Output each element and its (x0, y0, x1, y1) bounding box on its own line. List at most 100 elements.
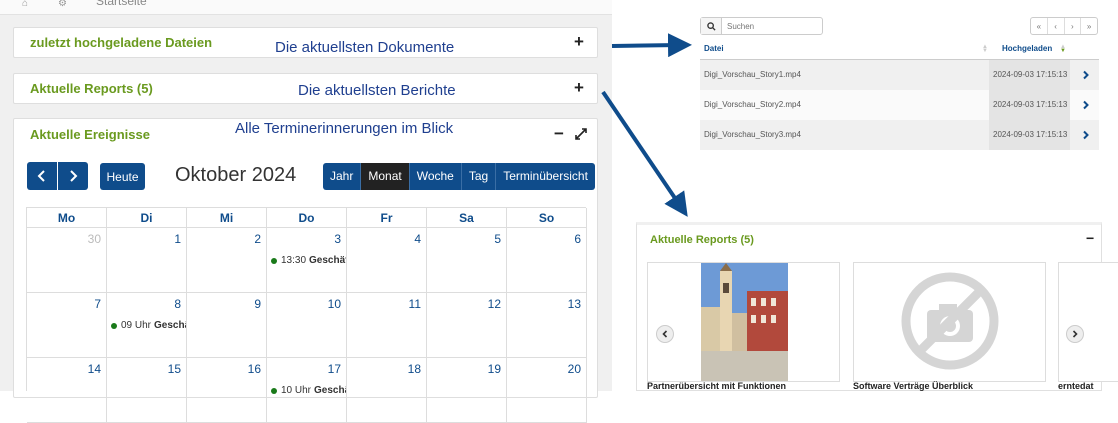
events-title[interactable]: Aktuelle Ereignisse (30, 127, 150, 142)
collapse-reports-button[interactable]: − (1086, 230, 1094, 246)
chevron-right-icon[interactable] (1081, 130, 1091, 140)
view-terminübersicht-button[interactable]: Terminübersicht (496, 163, 595, 190)
chevron-right-icon (70, 170, 78, 182)
file-name[interactable]: Digi_Vorschau_Story2.mp4 (704, 90, 801, 120)
day-number[interactable]: 20 (568, 362, 581, 376)
day-number[interactable]: 4 (414, 232, 421, 246)
calendar-day-cell[interactable]: 5 (427, 228, 507, 293)
calendar-day-cell[interactable]: 9 (187, 293, 267, 358)
day-number[interactable]: 30 (88, 232, 101, 246)
pagination-button[interactable]: ‹ (1048, 18, 1065, 34)
day-number[interactable]: 17 (328, 362, 341, 376)
month-title: Oktober 2024 (175, 164, 297, 186)
calendar-day-cell[interactable]: 3 13:30 Geschäf (267, 228, 347, 293)
recent-files-title[interactable]: zuletzt hochgeladene Dateien (30, 35, 212, 50)
settings-icon[interactable]: ⚙ (58, 0, 67, 9)
top-bar: ⌂ ⚙ Startseite (0, 0, 612, 15)
carousel-prev-button[interactable] (656, 325, 674, 343)
report-card-title[interactable]: Partnerübersicht mit Funktionen (647, 381, 786, 391)
day-number[interactable]: 8 (174, 297, 181, 311)
pagination-button[interactable]: « (1031, 18, 1048, 34)
day-number[interactable]: 12 (488, 297, 501, 311)
report-card-title[interactable]: erntedat (1058, 381, 1094, 391)
calendar-day-cell[interactable]: 30 (27, 228, 107, 293)
day-number[interactable]: 11 (409, 297, 421, 311)
day-number[interactable]: 14 (88, 362, 101, 376)
event-time: 13:30 (281, 255, 307, 266)
breadcrumb[interactable]: Startseite (96, 0, 147, 8)
prev-month-button[interactable] (27, 162, 57, 190)
pagination-button[interactable]: › (1065, 18, 1082, 34)
view-tag-button[interactable]: Tag (461, 163, 497, 190)
reports-panel-title[interactable]: Aktuelle Reports (5) (650, 234, 754, 246)
event-time: 09 Uhr (121, 320, 152, 331)
day-number[interactable]: 18 (408, 362, 421, 376)
calendar-day-cell[interactable]: 7 (27, 293, 107, 358)
weekday-header: Fr (347, 208, 427, 228)
view-jahr-button[interactable]: Jahr (323, 163, 362, 190)
event-title: Geschäf (309, 255, 347, 266)
sort-file-icon[interactable]: ▲ ▼ (982, 44, 988, 54)
column-header-uploaded[interactable]: Hochgeladen (1002, 40, 1052, 58)
annotation-documents: Die aktuellsten Dokumente (275, 39, 455, 56)
calendar-day-cell[interactable]: 8 09 Uhr Geschä (107, 293, 187, 358)
expand-reports-button[interactable]: + (574, 78, 584, 98)
day-number[interactable]: 6 (574, 232, 581, 246)
weekday-header: Mo (27, 208, 107, 228)
sort-uploaded-icon[interactable]: ▲ ▼ (1060, 44, 1066, 54)
annotation-events: Alle Terminerinnerungen im Blick (235, 120, 454, 137)
day-number[interactable]: 15 (168, 362, 181, 376)
day-number[interactable]: 1 (174, 232, 181, 246)
table-row[interactable]: Digi_Vorschau_Story2.mp4 2024-09-03 17:15… (700, 90, 1099, 120)
calendar-event[interactable]: 09 Uhr Geschä (111, 320, 186, 331)
table-row[interactable]: Digi_Vorschau_Story3.mp4 2024-09-03 17:15… (700, 120, 1099, 150)
month-calendar: Mo Di Mi Do Fr Sa So 30 1 2 3 13:30 Geschäf 4 5 6 7 8 09 U… (26, 207, 587, 423)
day-number[interactable]: 19 (488, 362, 501, 376)
calendar-day-cell[interactable]: 10 (267, 293, 347, 358)
report-card[interactable] (1058, 262, 1118, 382)
reports-title[interactable]: Aktuelle Reports (5) (30, 81, 153, 96)
calendar-event[interactable]: 13:30 Geschäf (271, 255, 347, 266)
day-number[interactable]: 7 (94, 297, 101, 311)
report-card[interactable] (647, 262, 840, 382)
search-input[interactable] (723, 18, 827, 34)
search-icon[interactable] (701, 18, 722, 34)
search-field[interactable] (700, 17, 827, 35)
table-row[interactable]: Digi_Vorschau_Story1.mp4 2024-09-03 17:15… (700, 60, 1099, 90)
next-month-button[interactable] (58, 162, 88, 190)
carousel-next-button[interactable] (1066, 325, 1084, 343)
calendar-day-cell[interactable]: 4 (347, 228, 427, 293)
chevron-right-icon[interactable] (1081, 70, 1091, 80)
collapse-events-button[interactable]: − (554, 124, 564, 144)
report-card[interactable] (853, 262, 1046, 382)
calendar-day-cell[interactable]: 13 (507, 293, 587, 358)
expand-recent-files-button[interactable]: + (574, 32, 584, 52)
day-number[interactable]: 9 (254, 297, 261, 311)
calendar-day-cell[interactable]: 2 (187, 228, 267, 293)
day-number[interactable]: 10 (328, 297, 341, 311)
today-button[interactable]: Heute (100, 163, 145, 190)
column-header-file[interactable]: Datei (704, 40, 724, 58)
calendar-day-cell[interactable]: 6 (507, 228, 587, 293)
chevron-right-icon[interactable] (1081, 100, 1091, 110)
home-icon[interactable]: ⌂ (22, 0, 28, 9)
dashboard-left: ⌂ ⚙ Startseite zuletzt hochgeladene Date… (0, 0, 612, 423)
no-image-icon (901, 272, 999, 370)
chevron-left-icon (37, 170, 45, 182)
file-name[interactable]: Digi_Vorschau_Story1.mp4 (704, 60, 801, 90)
fullscreen-icon[interactable] (575, 127, 587, 145)
pagination-button[interactable]: » (1081, 18, 1097, 34)
day-number[interactable]: 16 (248, 362, 261, 376)
day-number[interactable]: 13 (568, 297, 581, 311)
day-number[interactable]: 2 (254, 232, 261, 246)
event-dot-icon (111, 322, 117, 329)
day-number[interactable]: 5 (494, 232, 501, 246)
view-monat-button[interactable]: Monat (361, 163, 410, 190)
report-card-title[interactable]: Software Verträge Überblick (853, 381, 973, 391)
calendar-day-cell[interactable]: 1 (107, 228, 187, 293)
calendar-day-cell[interactable]: 12 (427, 293, 507, 358)
view-woche-button[interactable]: Woche (409, 163, 462, 190)
file-name[interactable]: Digi_Vorschau_Story3.mp4 (704, 120, 801, 150)
calendar-day-cell[interactable]: 11 (347, 293, 427, 358)
day-number[interactable]: 3 (334, 232, 341, 246)
